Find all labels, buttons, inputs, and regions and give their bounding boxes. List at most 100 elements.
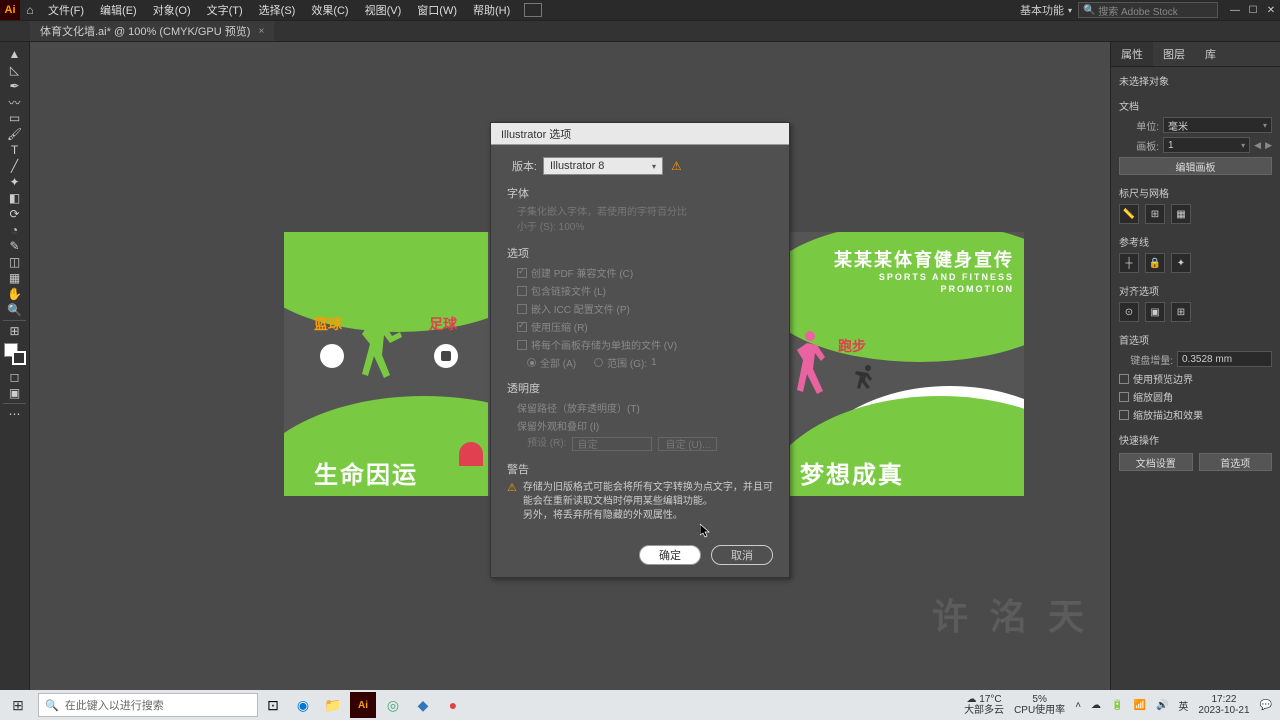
menu-view[interactable]: 视图(V) — [357, 0, 410, 21]
tools-panel: ▲ ◺ ✒ 〰 ▭ 🖌 T ╱ ✦ ◧ ⟳ ◔ ✎ ◫ ▦ ✋ 🔍 ⊞ ◻ ▣ … — [0, 42, 30, 690]
explorer-icon[interactable]: 📁 — [318, 690, 348, 720]
artboard-next-icon[interactable]: ▶ — [1265, 140, 1272, 151]
selection-tool-icon[interactable]: ▲ — [4, 46, 26, 62]
stock-search[interactable]: 🔍 搜索 Adobe Stock — [1078, 2, 1218, 18]
radio-range — [594, 358, 603, 367]
artboard-input[interactable]: 1▾ — [1163, 137, 1250, 153]
guides-lock-icon[interactable]: 🔒 — [1145, 253, 1165, 273]
document-tabs: 体育文化墙.ai* @ 100% (CMYK/GPU 预览)× — [0, 20, 1280, 42]
tray-battery-icon[interactable]: 🔋 — [1111, 700, 1123, 711]
paintbrush-tool-icon[interactable]: 🖌 — [4, 126, 26, 142]
version-select[interactable]: Illustrator 8▾ — [543, 157, 663, 175]
scale-corners-checkbox[interactable] — [1119, 392, 1129, 402]
draw-mode-icon[interactable]: ◻ — [4, 369, 26, 385]
color-mode-icon[interactable]: ⊞ — [4, 323, 26, 339]
tab-properties[interactable]: 属性 — [1111, 42, 1153, 66]
menu-help[interactable]: 帮助(H) — [465, 0, 518, 21]
screen-mode-icon[interactable]: ▣ — [4, 385, 26, 401]
app-icon-1[interactable]: ◎ — [378, 690, 408, 720]
cpu-widget[interactable]: 5% CPU使用率 — [1014, 694, 1065, 716]
preferences-button[interactable]: 首选项 — [1199, 453, 1273, 471]
minimize-icon[interactable]: — — [1228, 3, 1242, 17]
menu-select[interactable]: 选择(S) — [251, 0, 304, 21]
opt-separate-checkbox — [517, 340, 527, 350]
tab-layers[interactable]: 图层 — [1153, 42, 1195, 66]
cancel-button[interactable]: 取消 — [711, 545, 773, 565]
title-bar: Ai ⌂ 文件(F) 编辑(E) 对象(O) 文字(T) 选择(S) 效果(C)… — [0, 0, 1280, 20]
menu-effect[interactable]: 效果(C) — [303, 0, 356, 21]
hand-tool-icon[interactable]: ✋ — [4, 286, 26, 302]
direct-selection-tool-icon[interactable]: ◺ — [4, 62, 26, 78]
zoom-tool-icon[interactable]: 🔍 — [4, 302, 26, 318]
tray-notifications-icon[interactable]: 💬 — [1260, 700, 1272, 711]
snap-pixel-icon[interactable]: ▣ — [1145, 302, 1165, 322]
shaper-tool-icon[interactable]: ✦ — [4, 174, 26, 190]
app-icon-2[interactable]: ◆ — [408, 690, 438, 720]
artboard-tool-icon[interactable]: ▦ — [4, 270, 26, 286]
document-tab[interactable]: 体育文化墙.ai* @ 100% (CMYK/GPU 预览)× — [30, 21, 274, 41]
maximize-icon[interactable]: ☐ — [1246, 3, 1260, 17]
grid-icon[interactable]: ⊞ — [1145, 204, 1165, 224]
slogan-left: 生命因运 — [314, 455, 418, 490]
taskbar-search[interactable]: 🔍在此键入以进行搜索 — [38, 693, 258, 717]
options-section: 选项 — [507, 245, 773, 261]
edit-artboard-button[interactable]: 编辑画板 — [1119, 157, 1272, 175]
tab-libraries[interactable]: 库 — [1195, 42, 1226, 66]
smart-guides-icon[interactable]: ✦ — [1171, 253, 1191, 273]
snap-grid-icon[interactable]: ⊞ — [1171, 302, 1191, 322]
tray-wifi-icon[interactable]: 📶 — [1133, 700, 1145, 711]
opt-pdf-checkbox — [517, 268, 527, 278]
gradient-tool-icon[interactable]: ◫ — [4, 254, 26, 270]
key-inc-input[interactable]: 0.3528 mm — [1177, 351, 1272, 367]
home-icon[interactable]: ⌂ — [20, 0, 40, 20]
curvature-tool-icon[interactable]: 〰 — [4, 94, 26, 110]
preview-bounds-checkbox[interactable] — [1119, 374, 1129, 384]
guides-visibility-icon[interactable]: ┼ — [1119, 253, 1139, 273]
task-view-icon[interactable]: ⊡ — [258, 690, 288, 720]
unit-select[interactable]: 毫米▾ — [1163, 117, 1272, 133]
menu-edit[interactable]: 编辑(E) — [92, 0, 145, 21]
edit-toolbar-icon[interactable]: ⋯ — [4, 406, 26, 422]
illustrator-icon[interactable]: Ai — [350, 692, 376, 718]
rotate-tool-icon[interactable]: ⟳ — [4, 206, 26, 222]
tray-volume-icon[interactable]: 🔊 — [1156, 700, 1168, 711]
menu-file[interactable]: 文件(F) — [40, 0, 92, 21]
warning-icon: ⚠ — [671, 159, 682, 173]
eyedropper-tool-icon[interactable]: ✎ — [4, 238, 26, 254]
fill-stroke-icon[interactable] — [4, 343, 26, 365]
doc-setup-button[interactable]: 文档设置 — [1119, 453, 1193, 471]
edge-icon[interactable]: ◉ — [288, 690, 318, 720]
menu-object[interactable]: 对象(O) — [145, 0, 199, 21]
type-tool-icon[interactable]: T — [4, 142, 26, 158]
scale-strokes-checkbox[interactable] — [1119, 410, 1129, 420]
app-icon-3[interactable]: ● — [438, 690, 468, 720]
workspace-selector[interactable]: 基本功能▾ — [1014, 0, 1078, 20]
basketball-label: 篮球 — [314, 314, 342, 334]
opt-compress-checkbox — [517, 322, 527, 332]
tray-onedrive-icon[interactable]: ☁ — [1091, 700, 1101, 711]
shape-builder-tool-icon[interactable]: ◔ — [4, 222, 26, 238]
menu-type[interactable]: 文字(T) — [199, 0, 251, 21]
tray-chevron-icon[interactable]: ˄ — [1075, 700, 1081, 711]
start-button[interactable]: ⊞ — [0, 690, 36, 720]
menu-window[interactable]: 窗口(W) — [409, 0, 465, 21]
line-tool-icon[interactable]: ╱ — [4, 158, 26, 174]
version-label: 版本: — [507, 158, 537, 174]
prefs-section: 首选项 — [1119, 332, 1272, 347]
artboard-prev-icon[interactable]: ◀ — [1254, 140, 1261, 151]
tab-close-icon[interactable]: × — [258, 26, 264, 37]
close-icon[interactable]: ✕ — [1264, 3, 1278, 17]
snap-point-icon[interactable]: ⊙ — [1119, 302, 1139, 322]
running-label: 跑步 — [838, 336, 866, 356]
eraser-tool-icon[interactable]: ◧ — [4, 190, 26, 206]
rectangle-tool-icon[interactable]: ▭ — [4, 110, 26, 126]
slogan-right: 梦想成真 — [800, 455, 904, 490]
tray-clock[interactable]: 17:22 2023-10-21 — [1198, 694, 1249, 716]
weather-widget[interactable]: ☁ 17°C 大部多云 — [964, 694, 1004, 716]
transparency-grid-icon[interactable]: ▦ — [1171, 204, 1191, 224]
arrange-docs-icon[interactable] — [524, 3, 542, 17]
ruler-icon[interactable]: 📏 — [1119, 204, 1139, 224]
tray-ime-icon[interactable]: 英 — [1178, 698, 1188, 713]
ok-button[interactable]: 确定 — [639, 545, 701, 565]
pen-tool-icon[interactable]: ✒ — [4, 78, 26, 94]
